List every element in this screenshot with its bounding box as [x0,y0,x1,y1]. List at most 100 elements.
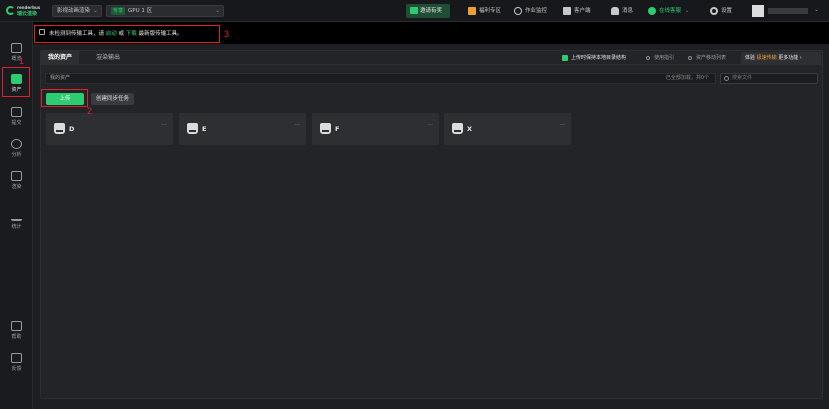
sidebar-item-label: 提交 [11,120,22,126]
top-bar: renderbus 瑞云渲染 影视动画渲染 ⌄ 专享 GPU 1 区 ⌄ 邀请有奖… [0,0,829,22]
guide-link[interactable]: 使用指引 [645,54,674,62]
brand-cn: 瑞云渲染 [17,11,38,17]
drive-label: E [202,125,207,133]
drive-card-f[interactable]: F ··· [312,113,439,145]
invite-button[interactable]: 邀请有奖 [406,4,450,18]
load-status: 已全部加载，共0个 [665,75,709,81]
headset-icon [648,7,656,15]
annotation-number-1: 1 [19,56,25,66]
nav-client[interactable]: 客户端 [563,6,591,16]
more-icon[interactable]: ··· [161,122,167,129]
chart-icon [11,211,22,221]
overview-icon [11,43,22,53]
nav-online-support-label: 在线客服 [659,8,682,14]
more-icon[interactable]: ··· [427,122,433,129]
logo[interactable]: renderbus 瑞云渲染 [6,4,46,18]
sidebar-item-analyze[interactable]: 分析 [2,136,31,162]
analyze-icon [11,139,22,149]
sidebar-item-help[interactable]: 帮助 [2,318,31,344]
feedback-icon [11,353,22,363]
transfer-list-label: 资产移动列表 [696,55,727,61]
search-input[interactable]: 搜索文件 [720,73,818,84]
monitor-icon [514,7,522,15]
annotation-box-2 [41,89,88,107]
nav-online-support[interactable]: 在线客服 ⌄ [648,6,689,16]
hard-drive-icon [452,123,463,134]
drive-card-e[interactable]: E ··· [179,113,306,145]
nav-settings-label: 设置 [721,8,733,14]
annotation-box-3 [34,25,220,43]
desktop-icon [563,7,571,15]
promo-fast-transfer[interactable]: 体验 极速传输 更多功能 › [741,52,821,64]
nav-welfare-label: 福利专区 [479,8,502,14]
user-name[interactable] [768,8,808,14]
tab-my-assets[interactable]: 我的资产 [41,51,80,65]
logo-mark-icon [6,6,15,15]
invite-label: 邀请有奖 [420,8,443,14]
gpu-region-select[interactable]: 专享 GPU 1 区 ⌄ [106,5,224,17]
keep-structure-label: 上传时保持本地目录结构 [571,55,627,61]
transfer-list-link[interactable]: 资产移动列表 [687,54,726,62]
help-icon [11,321,22,331]
hard-drive-icon [54,123,65,134]
sidebar-item-label: 渲染 [11,184,22,190]
breadcrumb: 我的资产 已全部加载，共0个 [45,73,716,84]
nav-job-monitor[interactable]: 作业监控 [514,6,547,16]
more-icon[interactable]: ··· [294,122,300,129]
project-select[interactable]: 影视动画渲染 ⌄ [52,5,102,17]
checkbox-checked-icon [562,55,568,61]
panel-tabs: 我的资产 渲染输出 上传时保持本地目录结构 使用指引 资产移动列表 体验 极速传… [41,51,822,65]
sidebar-item-render[interactable]: 渲染 [2,168,31,194]
info-icon [646,56,650,60]
create-sync-task-button[interactable]: 创建同步任务 [91,93,134,105]
drive-card-x[interactable]: X ··· [444,113,571,145]
hard-drive-icon [187,123,198,134]
drive-label: F [335,125,340,133]
gpu-region-value: GPU 1 区 [128,8,153,14]
sidebar-item-label: 分析 [11,152,22,158]
gear-icon [710,7,718,15]
drive-label: D [69,125,75,133]
tab-render-output[interactable]: 渲染输出 [89,51,127,65]
nav-job-monitor-label: 作业监控 [525,8,548,14]
annotation-number-2: 2 [87,106,93,116]
search-icon [724,76,729,81]
sidebar-item-label: 统计 [11,224,22,230]
annotation-box-1 [2,67,30,97]
chevron-down-icon: ⌄ [684,8,690,14]
sidebar-item-submit[interactable]: 提交 [2,104,31,130]
render-icon [11,171,22,181]
list-icon [688,56,692,60]
chevron-down-icon[interactable]: ⌄ [814,6,819,13]
breadcrumb-root[interactable]: 我的资产 [50,75,70,81]
nav-client-label: 客户端 [574,8,591,14]
nav-messages-label: 消息 [622,8,634,14]
sidebar-item-label: 帮助 [11,334,22,340]
upload-icon [11,107,22,117]
gpu-tag: 专享 [111,7,126,15]
nav-settings[interactable]: 设置 [710,6,732,16]
nav-welfare[interactable]: 福利专区 [468,6,501,16]
nav-messages[interactable]: 消息 [611,6,633,16]
promo-highlight: 极速传输 [756,55,777,61]
chevron-down-icon: ⌄ [92,7,98,14]
hard-drive-icon [320,123,331,134]
more-icon[interactable]: ··· [559,122,565,129]
avatar[interactable] [752,5,764,17]
sidebar-item-feedback[interactable]: 反馈 [2,350,31,376]
invite-icon [410,7,418,14]
sidebar-item-statistics[interactable]: 统计 [2,208,31,234]
chevron-down-icon: ⌄ [214,7,220,14]
sidebar-item-overview[interactable]: 概览 [2,40,31,66]
gift-icon [468,7,476,15]
drive-label: X [467,125,473,133]
search-placeholder: 搜索文件 [732,75,753,81]
assets-panel: 我的资产 渲染输出 上传时保持本地目录结构 使用指引 资产移动列表 体验 极速传… [40,50,823,399]
guide-label: 使用指引 [654,55,675,61]
project-select-value: 影视动画渲染 [57,8,91,14]
keep-structure-checkbox[interactable]: 上传时保持本地目录结构 [562,54,626,62]
bell-icon [611,7,619,15]
annotation-number-3: 3 [224,29,230,39]
drive-card-d[interactable]: D ··· [46,113,173,145]
sidebar-item-label: 反馈 [11,366,22,372]
